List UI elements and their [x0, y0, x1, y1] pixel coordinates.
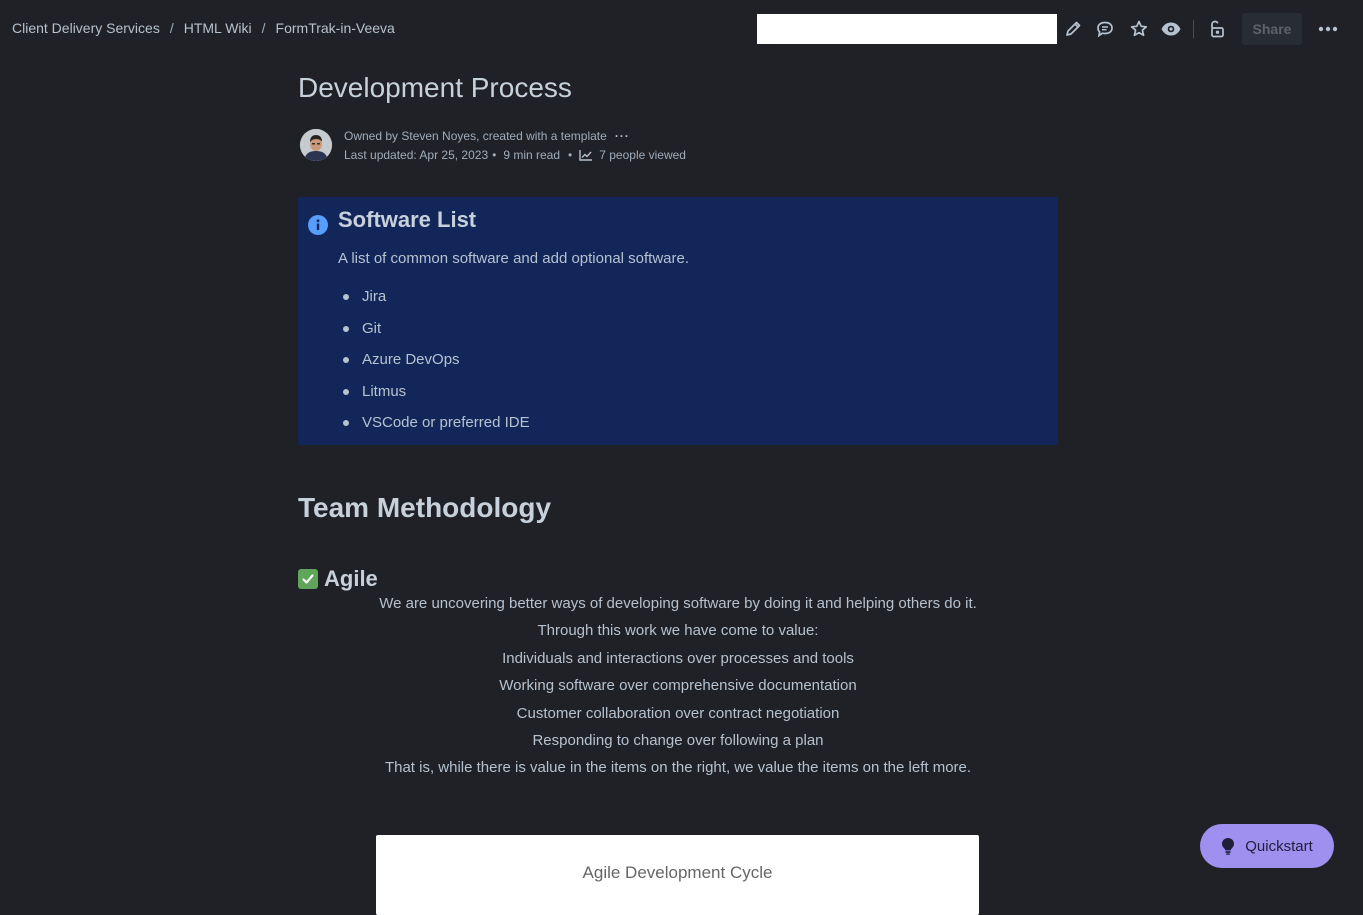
analytics-icon[interactable]	[579, 149, 593, 161]
comment-icon[interactable]	[1093, 17, 1117, 41]
info-panel: Software List A list of common software …	[298, 197, 1058, 445]
list-item: Litmus	[338, 382, 530, 414]
list-item: Jira	[338, 287, 530, 319]
top-navigation-bar: Client Delivery Services / HTML Wiki / F…	[0, 0, 1363, 58]
diagram-title: Agile Development Cycle	[582, 863, 773, 882]
read-time: 9 min read	[503, 148, 561, 162]
quickstart-label: Quickstart	[1245, 837, 1313, 855]
lightbulb-icon	[1221, 837, 1235, 855]
meta-separator: •	[568, 148, 573, 162]
list-item: VSCode or preferred IDE	[338, 413, 530, 445]
manifesto-line: Individuals and interactions over proces…	[502, 649, 854, 667]
breadcrumb: Client Delivery Services / HTML Wiki / F…	[12, 20, 395, 36]
agile-manifesto: We are uncovering better ways of develop…	[298, 594, 1058, 786]
breadcrumb-item-formtrak-in-veeva[interactable]: FormTrak-in-Veeva	[276, 20, 395, 36]
star-icon[interactable]	[1127, 17, 1151, 41]
view-count[interactable]: 7 people viewed	[599, 148, 686, 162]
manifesto-line: Responding to change over following a pl…	[532, 731, 824, 749]
quickstart-button[interactable]: Quickstart	[1200, 824, 1334, 868]
manifesto-line: Customer collaboration over contract neg…	[516, 704, 840, 722]
agile-heading-text: Agile	[324, 566, 378, 591]
page-byline: Owned by Steven Noyes, created with a te…	[298, 128, 1058, 168]
manifesto-line: Working software over comprehensive docu…	[499, 677, 857, 695]
breadcrumb-item-html-wiki[interactable]: HTML Wiki	[184, 20, 252, 36]
byline-owner: Owned by Steven Noyes, created with a te…	[344, 129, 630, 143]
meta-separator: •	[492, 148, 497, 162]
panel-description: A list of common software and add option…	[338, 250, 690, 267]
owner-text: Owned by Steven Noyes, created with a te…	[344, 129, 607, 143]
breadcrumb-separator: /	[169, 20, 174, 36]
manifesto-line: Through this work we have come to value:	[537, 622, 819, 640]
breadcrumb-separator: /	[261, 20, 266, 36]
page-title: Development Process	[298, 72, 572, 103]
toolbar-divider	[1193, 20, 1194, 38]
byline-more-icon[interactable]: ···	[615, 129, 630, 143]
section-heading-team-methodology: Team Methodology	[298, 492, 552, 523]
agile-cycle-diagram[interactable]: Agile Development Cycle	[376, 835, 979, 915]
check-mark-icon	[298, 569, 318, 589]
manifesto-line: We are uncovering better ways of develop…	[379, 595, 977, 612]
share-button[interactable]: Share	[1242, 13, 1302, 45]
watch-icon[interactable]	[1159, 17, 1183, 41]
more-icon[interactable]	[1316, 17, 1340, 41]
byline-meta: Last updated: Apr 25, 2023 • 9 min read …	[344, 148, 686, 162]
breadcrumb-item-client-delivery-services[interactable]: Client Delivery Services	[12, 20, 160, 36]
edit-icon[interactable]	[1061, 17, 1085, 41]
panel-heading: Software List	[338, 207, 477, 232]
software-list: Jira Git Azure DevOps Litmus VSCode or p…	[338, 287, 530, 445]
info-icon	[308, 215, 328, 235]
manifesto-line: That is, while there is value in the ite…	[384, 759, 972, 777]
list-item: Azure DevOps	[338, 350, 530, 382]
last-updated: Last updated: Apr 25, 2023	[344, 148, 489, 162]
avatar[interactable]	[300, 129, 332, 161]
restrictions-icon[interactable]	[1204, 17, 1228, 41]
list-item: Git	[338, 319, 530, 351]
agile-heading: Agile	[298, 566, 378, 592]
search-input[interactable]	[757, 14, 1057, 44]
